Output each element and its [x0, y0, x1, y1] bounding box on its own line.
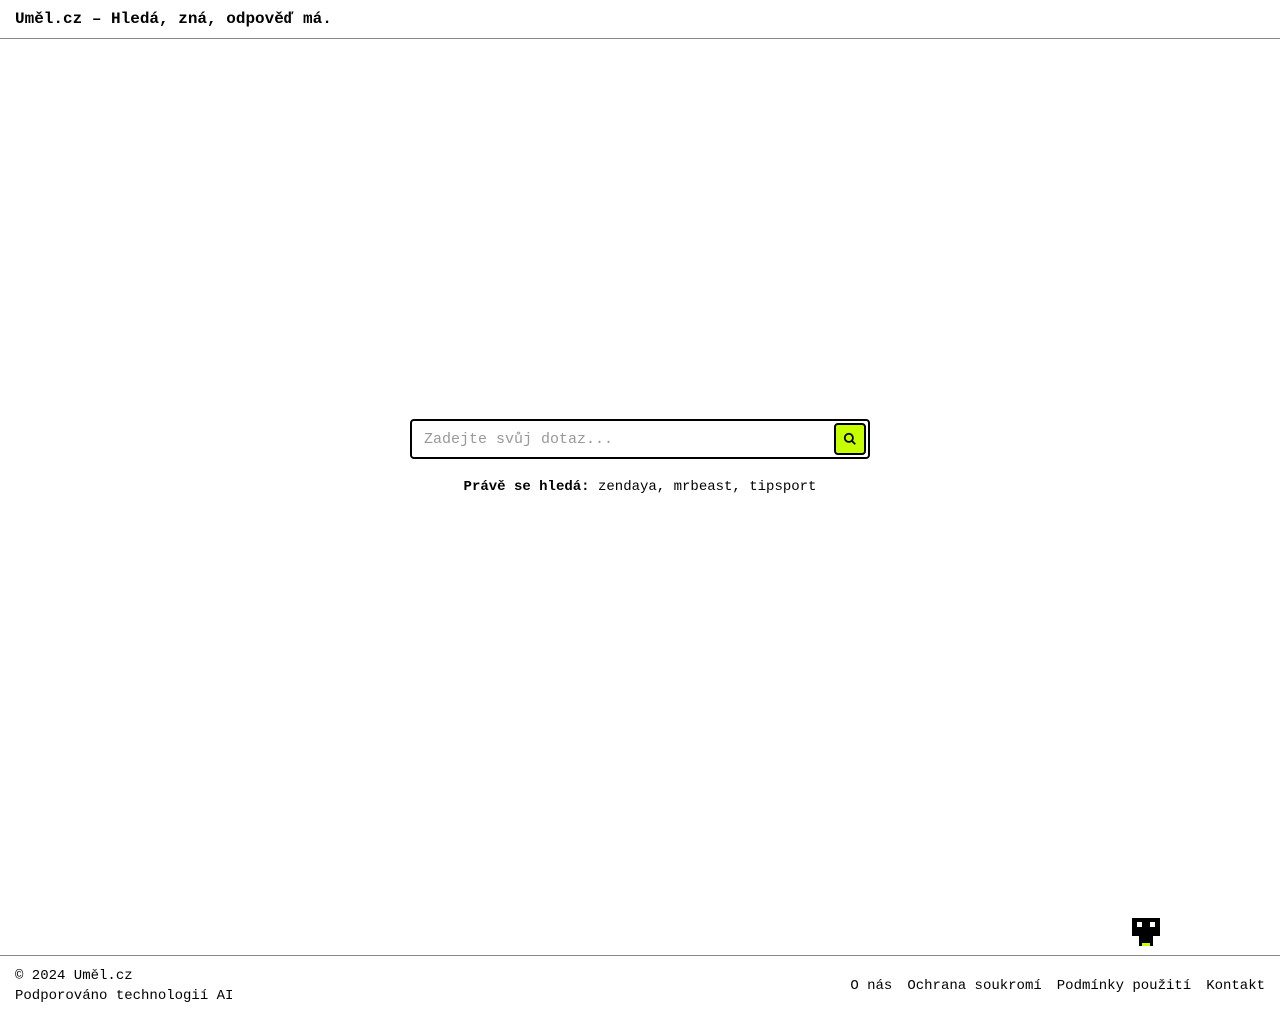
footer-links: O nás Ochrana soukromí Podmínky použití …: [850, 978, 1265, 994]
footer-info: © 2024 Uměl.cz Podporováno technologií A…: [15, 968, 233, 1004]
footer-link-contact[interactable]: Kontakt: [1206, 978, 1265, 994]
search-input[interactable]: [410, 419, 870, 459]
trending-list: zendaya, mrbeast, tipsport: [598, 479, 816, 495]
header: Uměl.cz – Hledá, zná, odpověď má.: [0, 0, 1280, 39]
search-icon: [843, 432, 857, 446]
robot-mascot-icon: [1132, 918, 1160, 946]
separator: ,: [732, 479, 749, 495]
footer-link-about[interactable]: O nás: [850, 978, 892, 994]
footer-link-privacy[interactable]: Ochrana soukromí: [907, 978, 1041, 994]
tagline: Podporováno technologií AI: [15, 988, 233, 1004]
trending-link-0[interactable]: zendaya: [598, 479, 657, 495]
trending-searches: Právě se hledá: zendaya, mrbeast, tipspo…: [464, 479, 817, 495]
main-content: Právě se hledá: zendaya, mrbeast, tipspo…: [0, 39, 1280, 955]
trending-link-1[interactable]: mrbeast: [674, 479, 733, 495]
footer-link-terms[interactable]: Podmínky použití: [1057, 978, 1191, 994]
site-title: Uměl.cz – Hledá, zná, odpověď má.: [15, 10, 1265, 28]
trending-label: Právě se hledá:: [464, 479, 590, 495]
footer: © 2024 Uměl.cz Podporováno technologií A…: [0, 955, 1280, 1024]
trending-link-2[interactable]: tipsport: [749, 479, 816, 495]
search-button[interactable]: [834, 423, 866, 455]
separator: ,: [657, 479, 674, 495]
copyright: © 2024 Uměl.cz: [15, 968, 233, 984]
search-container: [410, 419, 870, 459]
